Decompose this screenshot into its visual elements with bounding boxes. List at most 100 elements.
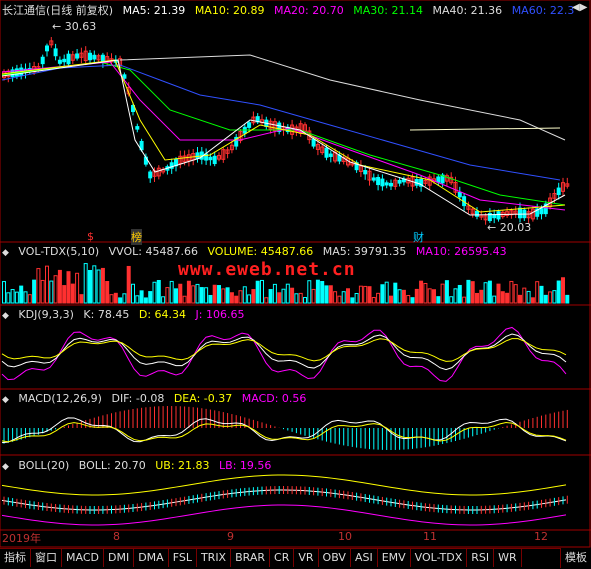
volume-bar (475, 292, 479, 304)
volume-bar (285, 283, 290, 304)
volume-bar (346, 288, 350, 304)
candle-body (247, 122, 252, 128)
volume-bar (165, 287, 170, 304)
tab-cr[interactable]: CR (270, 549, 295, 567)
candle-body (311, 138, 316, 147)
candle-body (380, 178, 385, 187)
marker-cai[interactable]: 财 (413, 229, 424, 245)
boll-header: ◆ BOLL(20) BOLL: 20.70 UB: 21.83 LB: 19.… (2, 459, 277, 472)
vol-header: ◆ VOL-TDX(5,10) VVOL: 45487.66 VOLUME: 4… (2, 245, 513, 258)
volume-bar (70, 283, 75, 304)
volume-bar (182, 295, 187, 304)
candle-body (397, 179, 402, 184)
candle-body (457, 191, 462, 198)
vol-panel-icon[interactable]: ◆ (2, 248, 9, 258)
volume-bar (320, 281, 325, 304)
volume-bar (358, 285, 363, 304)
tab-asi[interactable]: ASI (351, 549, 378, 567)
tab-wr[interactable]: WR (494, 549, 522, 567)
boll-lb-readout: LB: 19.56 (219, 459, 272, 472)
tab-indicator[interactable]: 指标 (0, 549, 31, 567)
volume-bar (139, 290, 144, 304)
volume-readout: VOLUME: 45487.66 (207, 245, 314, 258)
volume-bar (328, 285, 333, 304)
volume-bar (539, 285, 544, 304)
volume-bar (27, 294, 32, 304)
volume-bar (234, 295, 239, 304)
volume-bar (40, 279, 45, 304)
boll-panel-icon[interactable]: ◆ (2, 462, 9, 472)
tab-macd[interactable]: MACD (62, 549, 104, 567)
volume-bar (410, 297, 415, 304)
volume-bar (152, 281, 157, 304)
tab-trix[interactable]: TRIX (197, 549, 232, 567)
macd-dea-readout: DEA: -0.37 (173, 392, 233, 405)
vol-title[interactable]: VOL-TDX(5,10) (18, 245, 99, 258)
volume-bar (229, 292, 234, 304)
volume-bar (204, 287, 209, 304)
template-button[interactable]: 模板 (560, 548, 591, 568)
tab-dma[interactable]: DMA (134, 549, 169, 567)
volume-bar (432, 289, 436, 304)
boll-title[interactable]: BOLL(20) (18, 459, 69, 472)
marker-bang[interactable]: 榜 (131, 229, 142, 245)
volume-bar (466, 279, 471, 304)
marker-dollar[interactable]: $ (87, 230, 94, 243)
macd-title[interactable]: MACD(12,26,9) (18, 392, 102, 405)
kdj-title[interactable]: KDJ(9,3,3) (18, 308, 74, 321)
boll-mid-readout: BOLL: 20.70 (78, 459, 146, 472)
volume-bar (298, 292, 303, 304)
volume-bar (444, 280, 449, 304)
candle-body (363, 169, 368, 175)
tab-rsi[interactable]: RSI (467, 549, 495, 567)
volume-bar (419, 280, 424, 304)
kdj-panel-icon[interactable]: ◆ (2, 311, 9, 321)
volume-bar (156, 279, 161, 304)
tab-vr[interactable]: VR (294, 549, 319, 567)
volume-bar (294, 293, 299, 304)
candle-body (122, 74, 127, 79)
volume-bar (513, 284, 518, 304)
volume-bar (45, 265, 49, 304)
tab-obv[interactable]: OBV (319, 549, 351, 567)
tab-window[interactable]: 窗口 (31, 549, 62, 567)
date-label-8: 8 (113, 530, 120, 543)
tab-brar[interactable]: BRAR (231, 549, 271, 567)
volume-bar (225, 287, 230, 304)
macd-bars (1, 406, 568, 450)
volume-bar (505, 292, 510, 304)
tab-emv[interactable]: EMV (378, 549, 411, 567)
ma5-line (1, 59, 566, 216)
candle-body (195, 152, 200, 159)
candle-body (436, 176, 441, 183)
candle-body (88, 52, 92, 61)
tab-vol-tdx[interactable]: VOL-TDX (411, 549, 468, 567)
volume-bar (186, 280, 191, 304)
candle-body (62, 58, 67, 63)
volume-bar (530, 297, 535, 304)
volume-bar (23, 291, 28, 304)
volume-bar (384, 281, 389, 304)
tab-dmi[interactable]: DMI (104, 549, 135, 567)
candle-body (92, 54, 97, 60)
volume-bar (255, 280, 260, 304)
candle-body (371, 177, 376, 181)
tab-fsl[interactable]: FSL (169, 549, 197, 567)
volume-bar (492, 295, 497, 304)
volume-bar (96, 269, 101, 304)
volume-bar (401, 289, 406, 304)
macd-value-readout: MACD: 0.56 (241, 392, 307, 405)
volume-bar (174, 288, 178, 304)
volume-bar (135, 295, 140, 304)
vol-ma5-readout: MA5: 39791.35 (322, 245, 407, 258)
volume-bar (53, 275, 58, 304)
candle-body (389, 182, 393, 187)
volume-bar (199, 287, 204, 304)
candle-body (556, 187, 561, 196)
volume-bar (191, 285, 196, 304)
candle-body (57, 59, 62, 64)
main-candles (2, 37, 570, 225)
macd-panel-icon[interactable]: ◆ (2, 395, 9, 405)
volume-bar (427, 288, 432, 304)
boll-ub-readout: UB: 21.83 (155, 459, 210, 472)
